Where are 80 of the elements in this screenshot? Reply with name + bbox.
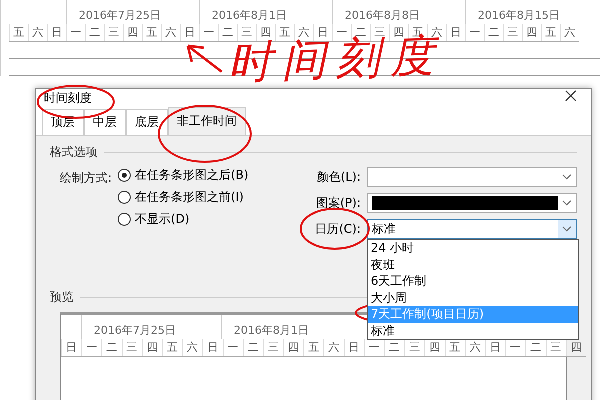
day-cell: 四 [123,24,142,42]
day-cell: 五 [162,339,182,357]
day-cell: 六 [182,339,202,357]
caret-icon [562,200,572,206]
dialog-title: 时间刻度 [44,90,92,106]
day-cell: 二 [484,24,503,42]
field-label: 绘制方式: [60,170,112,187]
dropdown[interactable] [367,193,577,213]
field-label: 日历(C): [315,220,361,238]
day-cell: 四 [566,339,586,357]
day-cell: 三 [122,339,142,357]
day-cell: 日 [180,24,199,42]
radio-label: 不显示(D) [135,211,190,228]
day-cell: 三 [262,339,284,357]
day-cell: 二 [85,24,104,42]
day-cell: 五 [275,24,294,42]
week-label: 2016年8月15日 [465,0,598,24]
group-label: 预览 [50,289,74,306]
radio-button[interactable] [118,169,132,182]
day-cell: 六 [161,24,180,42]
radio-button[interactable] [118,213,132,226]
day-cell: 六 [28,24,47,42]
day-cell: 一 [222,339,243,357]
day-cell: 日 [47,24,66,42]
day-cell: 一 [505,339,526,357]
day-cell: 二 [218,24,237,42]
day-cell: 五 [303,339,324,357]
caret-icon [562,226,572,232]
day-cell: 日 [446,24,465,42]
day-cell: 日 [484,339,506,357]
tab[interactable]: 非工作时间 [168,107,246,135]
week-label: 2016年8月1日 [199,0,332,24]
tab[interactable]: 底层 [126,109,168,135]
day-cell: 三 [503,24,522,42]
week-label: 2016年7月25日 [81,315,221,339]
day-cell: 三 [237,24,256,42]
day-cell: 二 [242,339,263,357]
day-cell: 一 [81,339,102,357]
day-cell: 三 [104,24,123,42]
day-cell: 二 [101,339,122,357]
day-cell: 五 [444,339,465,357]
field-label: 颜色(L): [316,168,361,186]
day-cell: 三 [404,339,424,357]
day-cell: 四 [256,24,275,42]
day-cell: 日 [313,24,332,42]
annotation-circle [300,208,370,250]
radio-label: 在任务条形图之前(I) [135,189,244,206]
day-cell: 四 [283,339,304,357]
day-cell: 一 [364,339,384,357]
day-cell: 四 [142,339,162,357]
day-cell: 五 [9,24,28,42]
radio-label: 在任务条形图之后(B) [135,167,249,184]
day-cell: 五 [541,24,560,42]
day-cell: 四 [522,24,541,42]
day-cell: 一 [465,24,484,42]
day-cell: 日 [202,339,222,357]
day-cell: 日 [61,339,82,357]
day-cell: 六 [560,24,579,42]
week-label: 2016年8月1日 [221,315,361,339]
list-item[interactable]: 标准 [368,322,578,339]
day-cell: 一 [332,24,351,42]
day-cell: 三 [546,339,566,357]
day-cell: 一 [66,24,85,42]
radio-button[interactable] [118,191,132,204]
day-cell: 五 [142,24,161,42]
day-cell: 二 [525,339,546,357]
day-cell: 二 [384,339,404,357]
group-label: 格式选项 [50,144,98,161]
day-cell: 六 [464,339,485,357]
arrow-annotation [186,44,224,74]
close-icon [565,90,577,102]
field-label: 图案(P): [315,194,361,212]
caret-icon [562,174,572,180]
day-cell: 一 [199,24,218,42]
week-label: 2016年7月25日 [66,0,199,24]
tab[interactable]: 中层 [84,109,126,135]
day-cell: 六 [323,339,344,357]
day-cell: 日 [344,339,364,357]
week-label: 2016年8月8日 [332,0,465,24]
day-cell: 四 [424,339,445,357]
